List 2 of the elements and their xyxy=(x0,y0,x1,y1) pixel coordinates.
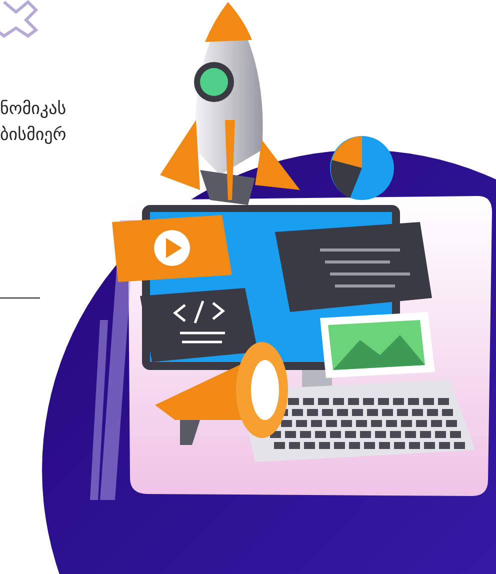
paragraph-text: ნომიკას ბისმიერ xyxy=(0,98,68,147)
cross-icon xyxy=(0,0,38,38)
